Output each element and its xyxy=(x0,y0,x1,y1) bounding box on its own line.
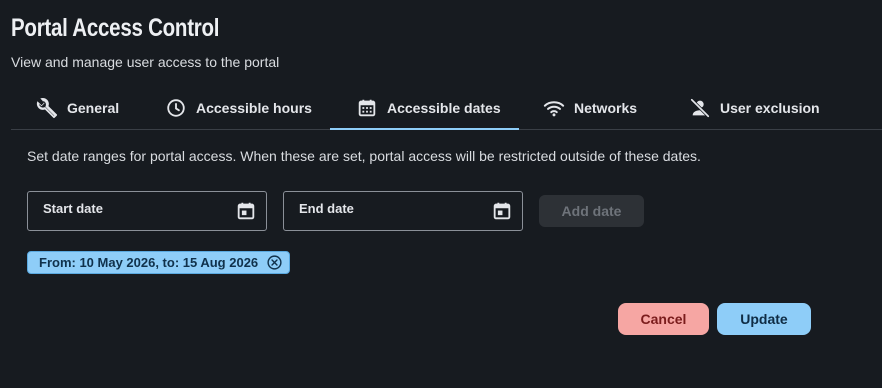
tab-bar: General Accessible hours Accessible date… xyxy=(11,87,882,130)
date-range-label: From: 10 May 2026, to: 15 Aug 2026 xyxy=(39,255,259,270)
date-range-chip: From: 10 May 2026, to: 15 Aug 2026 xyxy=(27,251,291,274)
calendar-icon[interactable] xyxy=(491,200,513,222)
tab-user-exclusion[interactable]: User exclusion xyxy=(689,87,820,129)
wrench-icon xyxy=(36,97,58,119)
start-date-field[interactable]: Start date xyxy=(27,191,267,231)
add-date-button[interactable]: Add date xyxy=(539,195,644,227)
cancel-button[interactable]: Cancel xyxy=(618,303,709,335)
end-date-label: End date xyxy=(299,201,354,216)
panel-description: Set date ranges for portal access. When … xyxy=(27,148,701,164)
clock-icon xyxy=(165,97,187,119)
page-subtitle: View and manage user access to the porta… xyxy=(11,54,280,70)
start-date-label: Start date xyxy=(43,201,103,216)
tab-accessible-dates[interactable]: Accessible dates xyxy=(330,87,519,130)
tab-accessible-hours[interactable]: Accessible hours xyxy=(165,87,312,129)
tab-general[interactable]: General xyxy=(36,87,119,129)
page-title: Portal Access Control xyxy=(11,14,220,42)
calendar-icon[interactable] xyxy=(235,200,257,222)
user-off-icon xyxy=(689,97,711,119)
tab-label: Accessible hours xyxy=(196,100,312,116)
tab-networks[interactable]: Networks xyxy=(543,87,637,129)
calendar-icon xyxy=(356,97,378,119)
wifi-icon xyxy=(543,97,565,119)
tab-label: Accessible dates xyxy=(387,100,501,116)
update-button[interactable]: Update xyxy=(717,303,811,335)
tab-label: User exclusion xyxy=(720,100,820,116)
tab-label: Networks xyxy=(574,100,638,116)
remove-circle-icon[interactable] xyxy=(266,254,283,271)
end-date-field[interactable]: End date xyxy=(283,191,523,231)
tab-label: General xyxy=(67,100,120,116)
